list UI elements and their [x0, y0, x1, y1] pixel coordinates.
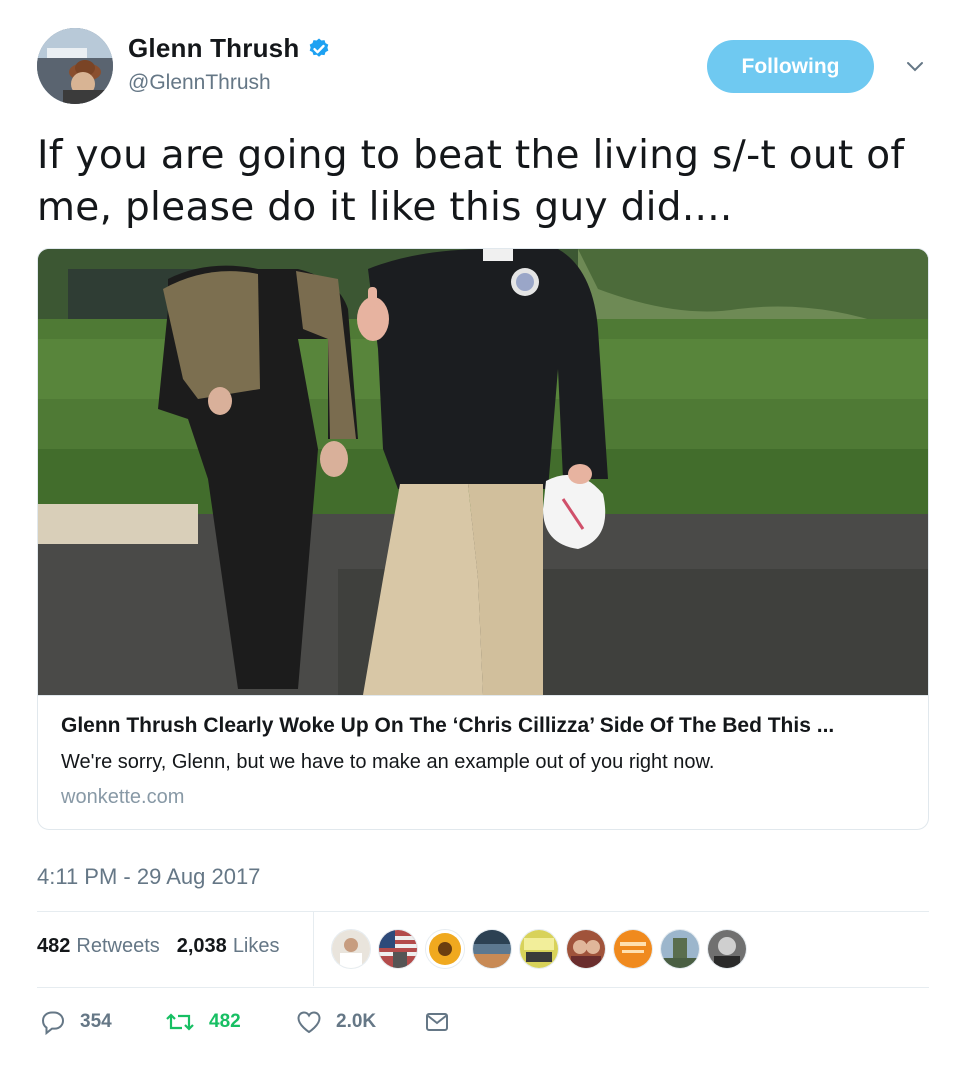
- liker-avatar[interactable]: [613, 929, 653, 969]
- user-name-row[interactable]: Glenn Thrush: [128, 33, 331, 64]
- direct-message-button[interactable]: [423, 1008, 451, 1036]
- liker-avatar[interactable]: [519, 929, 559, 969]
- like-count: 2.0K: [336, 1011, 377, 1032]
- following-button[interactable]: Following: [707, 40, 874, 93]
- card-title[interactable]: Glenn Thrush Clearly Woke Up On The ‘Chr…: [61, 714, 911, 738]
- liker-avatar[interactable]: [472, 929, 512, 969]
- reply-icon: [41, 1011, 65, 1036]
- liker-avatar[interactable]: [566, 929, 606, 969]
- likes-stat[interactable]: 2,038 Likes: [177, 935, 280, 958]
- liker-avatar[interactable]: [660, 929, 700, 969]
- likes-count: 2,038: [176, 935, 227, 957]
- liker-avatar[interactable]: [707, 929, 747, 969]
- likes-label: Likes: [232, 935, 280, 957]
- envelope-icon: [426, 1013, 448, 1031]
- display-name[interactable]: Glenn Thrush: [128, 33, 299, 64]
- reply-count: 354: [80, 1011, 112, 1032]
- liker-avatars: [331, 929, 754, 969]
- card-image[interactable]: [38, 249, 928, 695]
- reply-button[interactable]: 354: [39, 1008, 112, 1036]
- chevron-down-icon[interactable]: [903, 58, 927, 76]
- divider-bottom: [37, 987, 929, 988]
- user-handle[interactable]: @GlennThrush: [128, 71, 271, 95]
- link-card[interactable]: Glenn Thrush Clearly Woke Up On The ‘Chr…: [37, 248, 929, 830]
- tweet-container: Glenn Thrush @GlennThrush Following If y…: [0, 0, 980, 1069]
- heart-icon: [297, 1011, 321, 1034]
- card-body[interactable]: Glenn Thrush Clearly Woke Up On The ‘Chr…: [38, 695, 928, 829]
- retweet-button[interactable]: 482: [164, 1008, 241, 1036]
- liker-avatar[interactable]: [331, 929, 371, 969]
- avatar[interactable]: [37, 28, 113, 104]
- retweets-count: 482: [37, 935, 71, 957]
- divider-top: [37, 911, 929, 912]
- tweet-actions: 354 482 2.0K: [37, 1008, 937, 1042]
- retweets-stat[interactable]: 482 Retweets: [37, 935, 160, 958]
- tweet-text: If you are going to beat the living s/-t…: [37, 133, 905, 230]
- like-button[interactable]: 2.0K: [295, 1008, 376, 1036]
- retweets-label: Retweets: [76, 935, 160, 957]
- verified-badge-icon: [307, 37, 331, 61]
- card-domain[interactable]: wonkette.com: [61, 786, 184, 809]
- retweet-icon: [166, 1013, 194, 1031]
- card-description: We're sorry, Glenn, but we have to make …: [61, 751, 715, 773]
- tweet-timestamp[interactable]: 4:11 PM - 29 Aug 2017: [37, 864, 260, 890]
- tweet-stats: 482 Retweets 2,038 Likes: [37, 935, 280, 958]
- liker-avatar[interactable]: [378, 929, 418, 969]
- stats-separator: [313, 912, 314, 986]
- retweet-count: 482: [209, 1011, 241, 1032]
- liker-avatar[interactable]: [425, 929, 465, 969]
